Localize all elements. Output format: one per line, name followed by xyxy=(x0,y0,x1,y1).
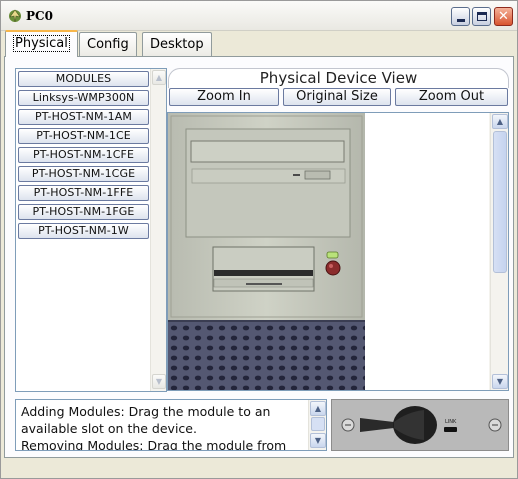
tab-desktop[interactable]: Desktop xyxy=(142,32,212,56)
tab-desktop-label: Desktop xyxy=(150,37,204,52)
module-item[interactable]: PT-HOST-NM-1CGE xyxy=(18,166,149,182)
module-preview-image: LINK xyxy=(341,406,502,444)
zoom-in-button[interactable]: Zoom In xyxy=(169,88,279,106)
original-size-button[interactable]: Original Size xyxy=(283,88,391,106)
maximize-button[interactable] xyxy=(472,7,491,26)
module-item[interactable]: Linksys-WMP300N xyxy=(18,90,149,106)
title-bar[interactable]: PC0 ✕ xyxy=(1,1,517,31)
tab-physical-label: Physical xyxy=(13,35,70,52)
scroll-up-icon[interactable]: ▲ xyxy=(152,70,166,85)
modules-list[interactable]: MODULES Linksys-WMP300N PT-HOST-NM-1AM P… xyxy=(15,68,167,392)
modules-header: MODULES xyxy=(18,71,149,87)
module-item[interactable]: PT-HOST-NM-1CE xyxy=(18,128,149,144)
module-item[interactable]: PT-HOST-NM-1FFE xyxy=(18,185,149,201)
info-line: Removing Modules: Drag the module from xyxy=(21,438,287,451)
scroll-down-icon[interactable]: ▼ xyxy=(152,374,166,389)
module-item[interactable]: PT-HOST-NM-1AM xyxy=(18,109,149,125)
link-label: LINK xyxy=(445,419,457,425)
scroll-down-icon[interactable]: ▼ xyxy=(492,374,508,389)
minimize-icon xyxy=(456,18,465,22)
minimize-button[interactable] xyxy=(451,7,470,26)
module-preview: LINK xyxy=(331,399,509,451)
module-item[interactable]: PT-HOST-NM-1FGE xyxy=(18,204,149,220)
info-text: Adding Modules: Drag the module to an av… xyxy=(21,403,309,451)
info-scrollbar[interactable]: ▲ ▼ xyxy=(308,400,326,450)
window-title: PC0 xyxy=(26,9,53,23)
tab-config-label: Config xyxy=(87,37,129,52)
module-item[interactable]: PT-HOST-NM-1CFE xyxy=(18,147,149,163)
info-line: available slot on the device. xyxy=(21,421,197,436)
close-button[interactable]: ✕ xyxy=(494,7,513,26)
pc-tower-image xyxy=(168,113,508,390)
maximize-icon xyxy=(476,12,487,21)
tab-config[interactable]: Config xyxy=(79,32,137,56)
tab-physical[interactable]: Physical xyxy=(5,30,78,57)
modules-scrollbar[interactable]: ▲ ▼ xyxy=(150,69,166,391)
packet-tracer-app-icon xyxy=(7,8,23,24)
pc0-window: PC0 ✕ Physical Config Desktop MODULES Li… xyxy=(0,0,518,479)
zoom-out-button[interactable]: Zoom Out xyxy=(395,88,508,106)
module-item[interactable]: PT-HOST-NM-1W xyxy=(18,223,149,239)
close-icon: ✕ xyxy=(498,9,509,24)
scroll-up-icon[interactable]: ▲ xyxy=(492,114,508,129)
info-text-box[interactable]: Adding Modules: Drag the module to an av… xyxy=(15,399,327,451)
scroll-thumb[interactable] xyxy=(311,417,325,431)
scroll-down-icon[interactable]: ▼ xyxy=(310,433,326,448)
device-view-title: Physical Device View xyxy=(168,68,509,88)
info-line: Adding Modules: Drag the module to an xyxy=(21,404,271,419)
scroll-up-icon[interactable]: ▲ xyxy=(310,401,326,416)
physical-device-view[interactable]: ▲ ▼ xyxy=(167,112,509,391)
scroll-thumb[interactable] xyxy=(493,131,507,273)
device-view-scrollbar[interactable]: ▲ ▼ xyxy=(490,113,508,390)
